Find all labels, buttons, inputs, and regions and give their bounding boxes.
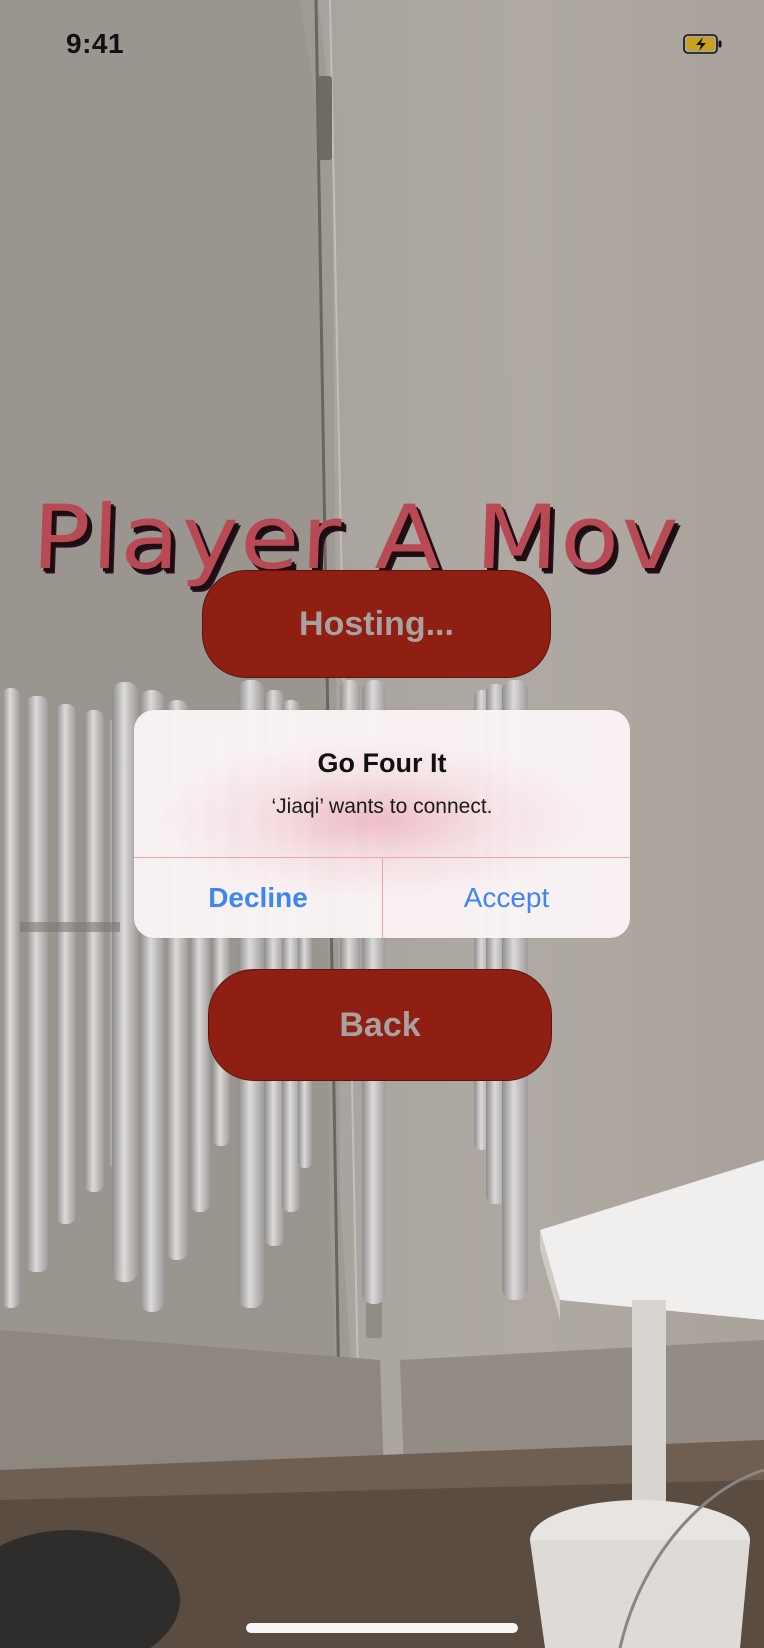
back-button[interactable]: Back: [208, 969, 552, 1081]
connection-request-alert: Go Four It ‘Jiaqi’ wants to connect. Dec…: [134, 710, 630, 938]
hosting-button[interactable]: Hosting...: [202, 570, 551, 678]
hosting-button-label: Hosting...: [299, 604, 454, 643]
decline-button-label: Decline: [208, 882, 308, 913]
decline-button[interactable]: Decline: [134, 858, 382, 938]
accept-button[interactable]: Accept: [383, 858, 630, 938]
home-indicator[interactable]: [246, 1623, 518, 1633]
alert-message: ‘Jiaqi’ wants to connect.: [271, 795, 493, 818]
alert-title: Go Four It: [317, 748, 447, 778]
back-button-label: Back: [339, 1005, 421, 1044]
battery-charging-icon: [683, 34, 722, 54]
accept-button-label: Accept: [463, 882, 550, 913]
status-bar-time: 9:41: [66, 28, 125, 59]
